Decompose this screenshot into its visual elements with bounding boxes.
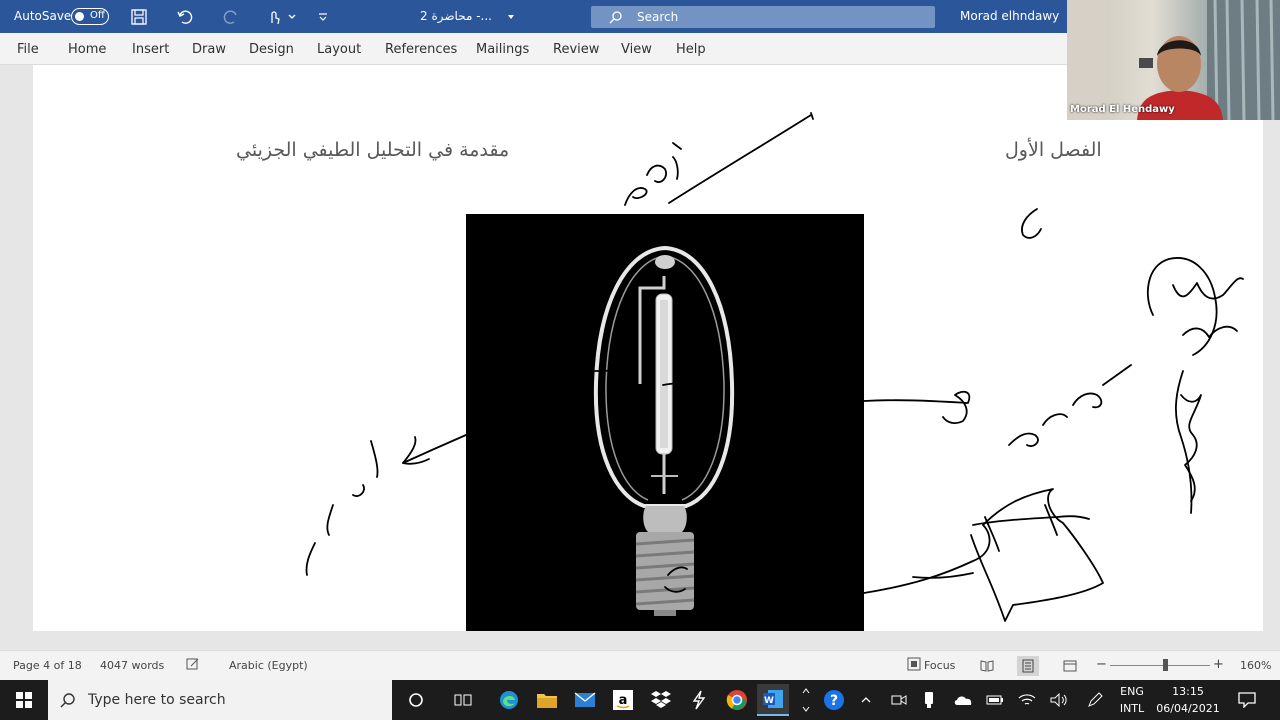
toggle-knob bbox=[75, 12, 84, 21]
zoom-in-icon[interactable]: + bbox=[1213, 657, 1224, 672]
notification-icon[interactable] bbox=[1236, 690, 1258, 710]
search-box[interactable]: Search bbox=[591, 6, 935, 28]
document-title[interactable]: محاضرة 2 -... bbox=[420, 9, 492, 23]
document-page[interactable]: الفصل الأول مقدمة في التحليل الطيفي الجز… bbox=[33, 65, 1263, 631]
tab-file[interactable]: File bbox=[17, 42, 39, 57]
search-placeholder: Search bbox=[637, 10, 679, 24]
document-area[interactable]: الفصل الأول مقدمة في التحليل الطيفي الجز… bbox=[0, 65, 1280, 650]
web-layout-icon[interactable] bbox=[1059, 656, 1081, 676]
tab-insert[interactable]: Insert bbox=[132, 42, 169, 57]
task-view-icon[interactable] bbox=[447, 684, 479, 716]
battery-icon[interactable] bbox=[985, 692, 1005, 708]
clock-date: 06/04/2021 bbox=[1156, 702, 1220, 715]
participant-name: Morad El Hendawy bbox=[1070, 104, 1175, 115]
tab-mailings[interactable]: Mailings bbox=[476, 42, 529, 57]
zoom-slider-track[interactable] bbox=[1110, 665, 1210, 666]
clock[interactable]: 13:15 06/04/2021 bbox=[1152, 683, 1224, 717]
read-mode-icon[interactable] bbox=[976, 656, 998, 676]
mail-icon[interactable] bbox=[569, 684, 601, 716]
chrome-icon[interactable] bbox=[721, 684, 753, 716]
tab-design[interactable]: Design bbox=[249, 42, 294, 57]
clock-time: 13:15 bbox=[1172, 685, 1204, 698]
meet-now-icon[interactable] bbox=[890, 692, 908, 708]
save-icon[interactable] bbox=[128, 6, 150, 28]
taskbar-search[interactable]: Type here to search bbox=[48, 680, 392, 720]
volume-icon[interactable] bbox=[1049, 692, 1069, 708]
amazon-icon[interactable]: a bbox=[607, 684, 639, 716]
page-count[interactable]: Page 4 of 18 bbox=[13, 659, 82, 672]
file-explorer-icon[interactable] bbox=[531, 684, 563, 716]
zoom-level[interactable]: 160% bbox=[1240, 659, 1271, 672]
app-bolt-icon[interactable] bbox=[683, 684, 715, 716]
focus-icon[interactable] bbox=[907, 657, 921, 674]
chevron-down-icon[interactable] bbox=[281, 6, 303, 28]
tab-layout[interactable]: Layout bbox=[317, 42, 361, 57]
svg-text:W: W bbox=[764, 696, 774, 706]
redo-icon[interactable] bbox=[220, 6, 242, 28]
taskbar: Type here to search a W ? ENG INTL 13:15… bbox=[0, 680, 1280, 720]
user-name[interactable]: Morad elhndawy bbox=[960, 9, 1059, 23]
search-icon bbox=[609, 11, 622, 24]
tab-help[interactable]: Help bbox=[676, 42, 706, 57]
page-header-subject: مقدمة في التحليل الطيفي الجزيئي bbox=[236, 139, 510, 161]
zoom-slider-thumb[interactable] bbox=[1163, 659, 1168, 671]
tab-references[interactable]: References bbox=[385, 42, 457, 57]
status-bar: Page 4 of 18 4047 words Arabic (Egypt) F… bbox=[0, 650, 1280, 680]
print-layout-icon[interactable] bbox=[1017, 656, 1039, 676]
cortana-icon[interactable] bbox=[400, 684, 432, 716]
lamp-photo bbox=[466, 214, 864, 631]
usb-device-icon[interactable] bbox=[922, 690, 936, 710]
language-layout: INTL bbox=[1119, 702, 1145, 715]
autosave-label: AutoSave bbox=[14, 9, 72, 23]
title-chevron-icon[interactable] bbox=[500, 6, 522, 28]
start-button[interactable] bbox=[0, 680, 48, 720]
windows-icon bbox=[16, 692, 32, 708]
input-language[interactable]: ENG INTL bbox=[1112, 683, 1152, 717]
wifi-icon[interactable] bbox=[1017, 692, 1037, 708]
language-code: ENG bbox=[1120, 685, 1144, 698]
taskbar-search-placeholder: Type here to search bbox=[88, 692, 226, 708]
dropbox-icon[interactable] bbox=[645, 684, 677, 716]
proofing-icon[interactable] bbox=[186, 657, 200, 674]
zoom-out-icon[interactable]: − bbox=[1096, 657, 1107, 672]
word-icon[interactable]: W bbox=[757, 684, 789, 716]
language-indicator[interactable]: Arabic (Egypt) bbox=[229, 659, 308, 672]
focus-button[interactable]: Focus bbox=[924, 659, 955, 672]
tab-review[interactable]: Review bbox=[553, 42, 599, 57]
tab-view[interactable]: View bbox=[621, 42, 652, 57]
webcam-overlay[interactable]: Morad El Hendawy bbox=[1067, 0, 1280, 120]
page-header-chapter: الفصل الأول bbox=[1005, 139, 1102, 161]
autosave-toggle[interactable]: Off bbox=[71, 8, 109, 25]
undo-icon[interactable] bbox=[174, 6, 196, 28]
pen-workspace-icon[interactable] bbox=[1085, 692, 1105, 708]
svg-text:a: a bbox=[619, 693, 628, 708]
tab-home[interactable]: Home bbox=[68, 42, 106, 57]
edge-icon[interactable] bbox=[493, 684, 525, 716]
search-icon bbox=[60, 693, 75, 708]
help-icon[interactable]: ? bbox=[822, 688, 846, 712]
autosave-state: Off bbox=[90, 10, 105, 21]
svg-text:?: ? bbox=[830, 693, 838, 709]
scroll-arrows-icon[interactable] bbox=[800, 684, 812, 716]
customize-toolbar-icon[interactable] bbox=[312, 6, 334, 28]
show-hidden-icons[interactable] bbox=[858, 692, 874, 708]
word-count[interactable]: 4047 words bbox=[100, 659, 164, 672]
tab-draw[interactable]: Draw bbox=[192, 42, 226, 57]
onedrive-icon[interactable] bbox=[952, 692, 974, 708]
